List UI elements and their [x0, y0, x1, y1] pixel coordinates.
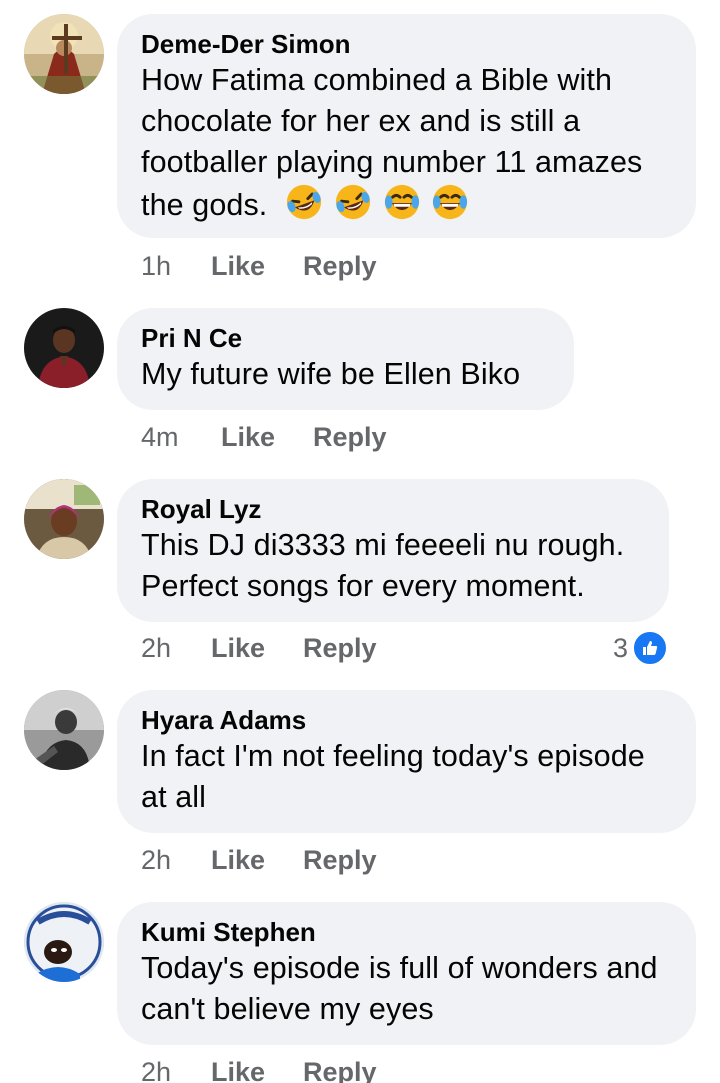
- comment-author[interactable]: Kumi Stephen: [141, 916, 671, 948]
- reply-button[interactable]: Reply: [313, 422, 387, 453]
- reply-button[interactable]: Reply: [303, 251, 377, 282]
- tears-of-joy-icon: [383, 183, 421, 221]
- comment-time[interactable]: 2h: [141, 1057, 211, 1083]
- like-button[interactable]: Like: [211, 845, 303, 876]
- comment-bubble: Kumi Stephen Today's episode is full of …: [117, 902, 696, 1045]
- comment-text: In fact I'm not feeling today's episode …: [141, 739, 645, 814]
- avatar-image: [24, 308, 104, 388]
- comment-time[interactable]: 1h: [141, 251, 211, 282]
- avatar-image: [24, 690, 104, 770]
- like-button[interactable]: Like: [221, 422, 313, 453]
- comment-author[interactable]: Hyara Adams: [141, 704, 671, 736]
- comment-text: How Fatima combined a Bible with chocola…: [141, 60, 671, 232]
- comment-author[interactable]: Royal Lyz: [141, 493, 644, 525]
- avatar-image: [24, 902, 104, 982]
- like-button[interactable]: Like: [211, 633, 303, 664]
- comment-bubble: Royal Lyz This DJ di3333 mi feeeeli nu r…: [117, 479, 669, 622]
- like-icon: [632, 630, 668, 666]
- avatar[interactable]: [24, 902, 104, 982]
- comment-author[interactable]: Pri N Ce: [141, 322, 549, 354]
- comment-text: This DJ di3333 mi feeeeli nu rough. Perf…: [141, 528, 625, 603]
- comment-time[interactable]: 2h: [141, 845, 211, 876]
- avatar[interactable]: [24, 308, 104, 388]
- comment-bubble: Pri N Ce My future wife be Ellen Biko: [117, 308, 574, 410]
- comment-author[interactable]: Deme-Der Simon: [141, 28, 671, 60]
- comment-text: Today's episode is full of wonders and c…: [141, 951, 658, 1026]
- like-button[interactable]: Like: [211, 251, 303, 282]
- avatar-image: [24, 14, 104, 94]
- comment-text: My future wife be Ellen Biko: [141, 357, 521, 391]
- avatar[interactable]: [24, 690, 104, 770]
- comment-actions: 2h Like Reply: [141, 1054, 377, 1083]
- reply-button[interactable]: Reply: [303, 1057, 377, 1083]
- reaction-count: 3: [612, 632, 628, 663]
- avatar[interactable]: [24, 479, 104, 559]
- avatar-image: [24, 479, 104, 559]
- comment-actions: 1h Like Reply: [141, 248, 377, 284]
- tears-of-joy-icon: [431, 183, 469, 221]
- reply-button[interactable]: Reply: [303, 845, 377, 876]
- rolling-on-floor-laughing-icon: [334, 183, 372, 221]
- comment-actions: 2h Like Reply: [141, 630, 377, 666]
- like-button[interactable]: Like: [211, 1057, 303, 1083]
- comment-bubble: Deme-Der Simon How Fatima combined a Bib…: [117, 14, 696, 238]
- comment-actions: 2h Like Reply: [141, 842, 377, 878]
- reaction-summary[interactable]: 3: [613, 630, 668, 666]
- rolling-on-floor-laughing-icon: [285, 183, 323, 221]
- comment-actions: 4m Like Reply: [141, 419, 387, 455]
- reply-button[interactable]: Reply: [303, 633, 377, 664]
- avatar[interactable]: [24, 14, 104, 94]
- comment-time[interactable]: 4m: [141, 422, 221, 453]
- comments-feed: Deme-Der Simon How Fatima combined a Bib…: [0, 0, 720, 1083]
- emoji-row: [285, 183, 471, 232]
- comment-time[interactable]: 2h: [141, 633, 211, 664]
- comment-bubble: Hyara Adams In fact I'm not feeling toda…: [117, 690, 696, 833]
